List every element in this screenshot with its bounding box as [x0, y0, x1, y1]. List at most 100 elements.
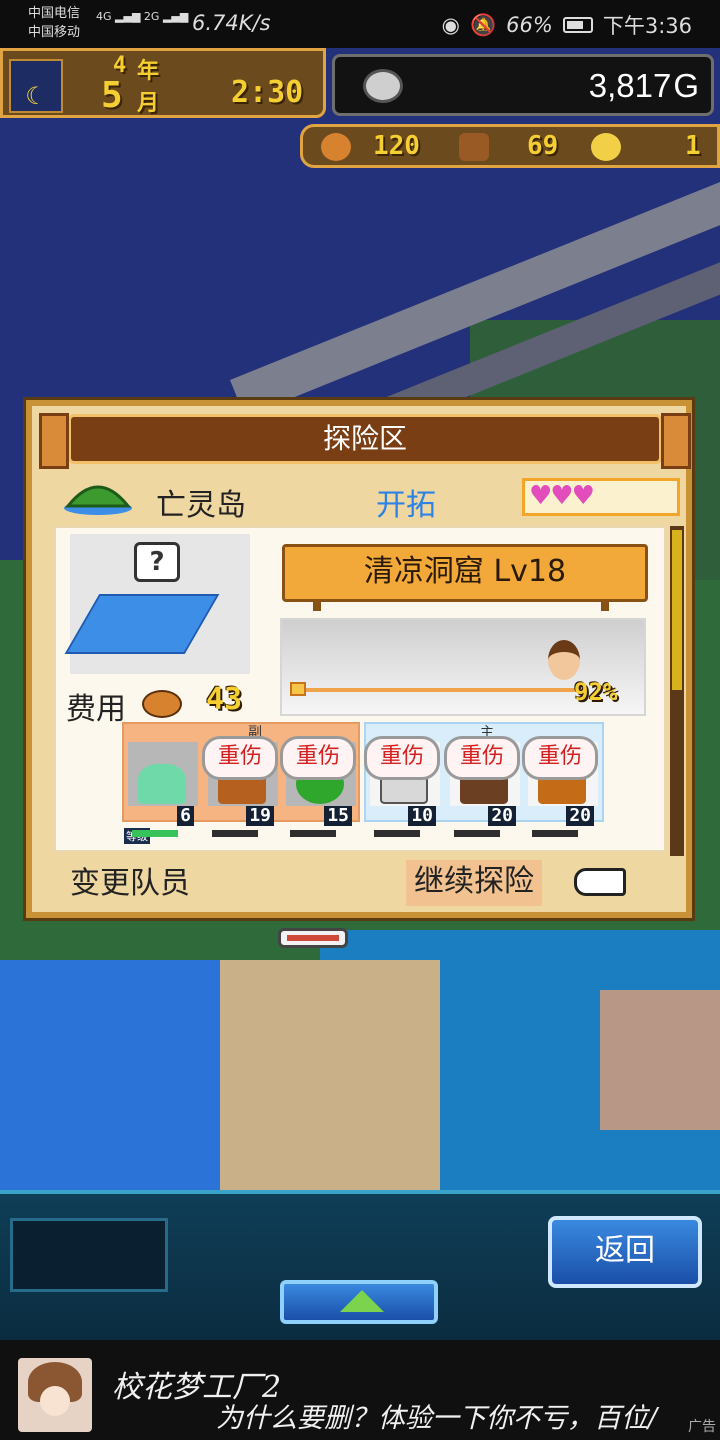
island-icon	[64, 485, 132, 515]
team-member[interactable]: 重伤 20	[522, 736, 598, 837]
status-bar: 中国电信 中国移动 4G ▂▄▆ 2G ▂▄▆ 6.74K/s ◉ 🔕 66% …	[0, 0, 720, 48]
team-member[interactable]: 重伤 20	[444, 736, 520, 837]
expand-menu-button[interactable]	[280, 1280, 438, 1324]
dialog-title: 探险区	[322, 422, 407, 455]
info-slot	[10, 1218, 168, 1292]
moon-icon: ☾	[9, 59, 63, 113]
carrier-1: 中国电信	[28, 6, 81, 21]
ad-banner[interactable]: 校花梦工厂2 为什么要删？体验一下你不亏，百位/ 广告	[0, 1340, 720, 1440]
up-arrow-icon	[340, 1290, 384, 1312]
injured-badge: 重伤	[364, 736, 440, 780]
net-speed: 6.74K/s	[192, 11, 271, 35]
injured-badge: 重伤	[202, 736, 278, 780]
hearts-text: ♥♥♥	[529, 481, 595, 511]
network-2: 2G	[143, 10, 160, 23]
member-hp-bar	[454, 830, 500, 837]
money-unit: G	[673, 67, 699, 104]
scrollbar-thumb[interactable]	[672, 530, 682, 690]
money-value: 3,817	[588, 67, 672, 104]
member-hp-bar	[132, 830, 178, 837]
team-member[interactable]: 重伤 15	[280, 736, 356, 837]
expedition-panel: ? 费用 43 清凉洞窟 Lv18 92% 副 6 等级	[54, 526, 666, 852]
pointing-hand-icon	[574, 868, 626, 896]
member-hp-bar	[212, 830, 258, 837]
affinity-hearts: ♥♥♥	[522, 478, 680, 516]
unit-hp-bar	[278, 928, 348, 948]
top-hud: ☾ 4 年 5 月 2:30 3,817G	[0, 48, 720, 120]
money-bar: 3,817G	[332, 54, 714, 116]
ad-thumbnail[interactable]	[18, 1358, 92, 1432]
team-member[interactable]: 6 等级	[124, 742, 198, 844]
month-unit: 月	[137, 91, 160, 116]
sign-peg	[313, 599, 321, 611]
team-main[interactable]: 主 重伤 10 重伤 20 重伤 20	[364, 722, 604, 837]
member-level: 19	[246, 806, 274, 826]
explorer-avatar-icon	[548, 640, 581, 680]
sign-peg	[601, 599, 609, 611]
month-value: 5	[101, 75, 123, 116]
battery-percent: 66%	[506, 13, 553, 37]
network-1: 4G	[96, 10, 112, 23]
continue-explore-button[interactable]: 继续探险	[406, 860, 542, 906]
bottom-menu: 返回	[0, 1190, 720, 1340]
fee-label: 费用	[66, 692, 126, 727]
team-member[interactable]: 重伤 19	[202, 736, 278, 837]
game-clock: 2:30	[231, 75, 304, 110]
carrier-2: 中国移动	[28, 25, 81, 40]
dungeon-sign: 清凉洞窟 Lv18	[282, 544, 648, 611]
title-cap-right	[661, 413, 691, 469]
injured-badge: 重伤	[522, 736, 598, 780]
injured-badge: 重伤	[444, 736, 520, 780]
exploration-progress: 92%	[280, 618, 646, 716]
injured-badge: 重伤	[280, 736, 356, 780]
panel-scrollbar[interactable]	[670, 526, 684, 856]
coin-bag-icon	[363, 69, 403, 103]
battery-icon	[562, 17, 593, 33]
progress-percent: 92%	[574, 678, 618, 706]
explore-action-label[interactable]: 开拓	[376, 480, 436, 524]
member-level: 15	[324, 806, 352, 826]
wood-value: 69	[527, 131, 559, 161]
member-level: 10	[408, 806, 436, 826]
network-info: 4G ▂▄▆ 2G ▂▄▆	[96, 10, 188, 23]
blue-tile-icon	[64, 594, 220, 654]
date-panel[interactable]: ☾ 4 年 5 月 2:30	[0, 48, 326, 118]
ad-description[interactable]: 为什么要删？体验一下你不亏，百位/	[216, 1396, 657, 1435]
team-sub[interactable]: 副 6 等级 重伤 19 重伤 15	[122, 722, 360, 844]
clock: 下午3:36	[602, 14, 692, 38]
back-button[interactable]: 返回	[548, 1216, 702, 1288]
resource-bar: 120 69 1	[300, 124, 720, 168]
dialog-title-bar: 探险区	[39, 413, 691, 469]
fee-value: 43	[206, 682, 243, 717]
explore-dialog: 探险区 亡灵岛 开拓 ♥♥♥ ? 费用 43 清凉洞窟 Lv18 92% 副 6…	[26, 400, 692, 918]
member-hp-bar	[374, 830, 420, 837]
member-hp-bar	[532, 830, 578, 837]
mute-bell-icon: 🔕	[469, 12, 497, 37]
area-tile: ?	[64, 534, 250, 674]
blue-plot	[0, 960, 220, 1190]
member-level: 6	[177, 806, 194, 826]
meat-icon	[142, 690, 182, 718]
signal-icon: ▂▄▆	[162, 10, 189, 23]
meat-icon	[321, 133, 351, 161]
member-level: 20	[488, 806, 516, 826]
progress-start-marker	[290, 682, 306, 696]
change-team-button[interactable]: 变更队员	[70, 858, 190, 902]
member-level: 20	[566, 806, 594, 826]
food-value: 120	[373, 131, 420, 161]
title-cap-left	[39, 413, 69, 469]
lumber-icon	[459, 133, 489, 161]
question-mark-icon: ?	[134, 542, 180, 582]
medal-icon	[591, 133, 621, 161]
dungeon-name: 清凉洞窟 Lv18	[363, 554, 567, 589]
slime-monster-icon	[138, 764, 186, 804]
member-hp-bar	[290, 830, 336, 837]
progress-track	[292, 688, 588, 692]
medal-value: 1	[685, 131, 701, 161]
island-name: 亡灵岛	[156, 488, 246, 523]
eye-icon: ◉	[441, 13, 460, 37]
year-unit: 年	[137, 59, 160, 84]
carrier-info: 中国电信 中国移动	[28, 4, 80, 42]
ad-tag: 广告	[688, 1419, 716, 1435]
team-member[interactable]: 重伤 10	[364, 736, 440, 837]
